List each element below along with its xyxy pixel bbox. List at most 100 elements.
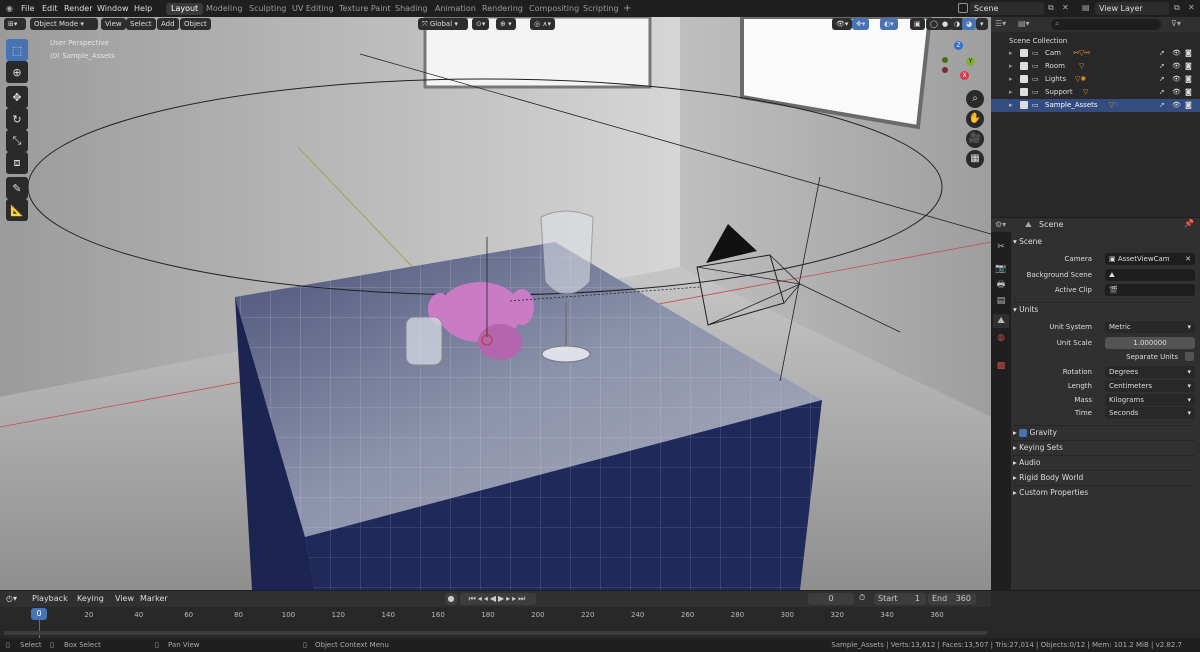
view-layer-selector[interactable]: View Layer (1095, 2, 1169, 15)
navigation-gizmo[interactable]: Z Y X (936, 37, 984, 85)
tab-compositing[interactable]: Compositing (524, 3, 584, 15)
gizmo-toggle-icon[interactable]: ✥▾ (852, 18, 870, 30)
xray-icon[interactable]: ▣ (910, 18, 925, 30)
menu-object[interactable]: Object (180, 18, 211, 30)
shading-rendered-icon[interactable]: ◕ (962, 18, 977, 30)
filter-icon[interactable]: ⊽▾ (1171, 19, 1181, 28)
scene-selector[interactable]: Scene (970, 2, 1044, 15)
current-frame-input[interactable]: 0 (808, 593, 854, 605)
orientation-selector[interactable]: ⤧ Global ▾ (418, 18, 468, 30)
eye-icon[interactable]: 👁 (1172, 86, 1181, 99)
tab-scripting[interactable]: Scripting (578, 3, 624, 15)
tab-texture-paint[interactable]: Texture Paint (334, 3, 396, 15)
menu-render[interactable]: Render (64, 0, 92, 17)
expand-arrow-icon[interactable]: ▸ (1009, 86, 1013, 99)
rotation-dropdown[interactable]: Degrees ▾ (1105, 366, 1195, 378)
menu-file[interactable]: File (21, 0, 34, 17)
outliner-item-sample-assets[interactable]: ▸ ▭ Sample_Assets ▽◦ ➚ 👁 ◙ (991, 99, 1200, 112)
blender-logo-icon[interactable]: ◉ (6, 0, 13, 17)
unit-scale-input[interactable]: 1.000000 (1105, 337, 1195, 349)
gizmo-neg-y[interactable] (942, 57, 948, 63)
proportional-edit-icon[interactable]: ◎ ∧▾ (530, 18, 555, 30)
separate-units-checkbox[interactable] (1185, 352, 1194, 361)
rigid-body-section-header[interactable]: ▸ Rigid Body World (1013, 470, 1195, 484)
tab-rendering[interactable]: Rendering (477, 3, 528, 15)
render-toggle-icon[interactable]: ◙ (1185, 99, 1192, 112)
units-section-header[interactable]: ▾ Units (1013, 302, 1195, 316)
output-tab-icon[interactable]: 🖶 (993, 278, 1009, 292)
menu-help[interactable]: Help (134, 0, 152, 17)
select-box-tool-icon[interactable]: ⬚ (6, 39, 28, 61)
timeline-scrollbar[interactable] (4, 631, 987, 635)
marker-menu[interactable]: Marker (140, 594, 168, 603)
gizmo-x-axis[interactable]: X (960, 71, 969, 80)
view-layer-tab-icon[interactable]: ▤ (993, 294, 1009, 308)
gravity-checkbox[interactable] (1019, 429, 1028, 437)
start-frame-input[interactable]: Start 1 (874, 593, 926, 605)
eye-icon[interactable]: 👁 (1172, 73, 1181, 86)
outliner-editor-icon[interactable]: ☰▾ (995, 19, 1006, 28)
camera-view-icon[interactable]: 🎥 (966, 130, 984, 148)
mass-dropdown[interactable]: Kilograms ▾ (1105, 394, 1195, 406)
pivot-icon[interactable]: ⊙▾ (472, 18, 490, 30)
exclude-checkbox[interactable] (1020, 62, 1028, 70)
move-tool-icon[interactable]: ✥ (6, 86, 28, 108)
outliner-item-cam[interactable]: ▸ ▭ Cam ⚯▽⚯ ➚ 👁 ◙ (991, 47, 1200, 60)
length-dropdown[interactable]: Centimeters ▾ (1105, 380, 1195, 392)
select-toggle-icon[interactable]: ➚ (1159, 99, 1165, 112)
outliner-item-room[interactable]: ▸ ▭ Room ▽ ➚ 👁 ◙ (991, 60, 1200, 73)
pan-hand-icon[interactable]: ✋ (966, 110, 984, 128)
tab-layout[interactable]: Layout (166, 3, 204, 15)
playhead[interactable]: 0 (31, 608, 47, 620)
annotate-tool-icon[interactable]: ✎ (6, 177, 28, 199)
exclude-checkbox[interactable] (1020, 101, 1028, 109)
tab-shading[interactable]: Shading (390, 3, 433, 15)
texture-tab-icon[interactable]: ▩ (993, 359, 1009, 373)
render-toggle-icon[interactable]: ◙ (1185, 73, 1192, 86)
tab-modeling[interactable]: Modeling (201, 3, 247, 15)
shading-options-icon[interactable]: ▾ (976, 18, 988, 30)
gizmo-y-axis[interactable]: Y (966, 57, 975, 66)
outliner-item-lights[interactable]: ▸ ▭ Lights ▽✺ ➚ 👁 ◙ (991, 73, 1200, 86)
outliner-item-support[interactable]: ▸ ▭ Support ▽ ➚ 👁 ◙ (991, 86, 1200, 99)
camera-field[interactable]: ▣ AssetViewCam ✕ (1105, 253, 1195, 265)
eye-icon[interactable]: 👁 (1172, 99, 1181, 112)
scene-tab-icon[interactable]: ⛰ (993, 314, 1009, 328)
menu-select[interactable]: Select (126, 18, 156, 30)
mode-selector[interactable]: Object Mode ▾ (30, 18, 98, 30)
properties-editor-icon[interactable]: ⚙▾ (995, 220, 1006, 229)
clock-icon[interactable]: ⏱ (859, 593, 865, 603)
cursor-tool-icon[interactable]: ⊕ (6, 61, 28, 83)
delete-scene-icon[interactable]: ✕ (1062, 3, 1069, 12)
end-frame-input[interactable]: End 360 (928, 593, 976, 605)
world-tab-icon[interactable]: ◍ (993, 331, 1009, 345)
menu-window[interactable]: Window (97, 0, 129, 17)
eye-icon[interactable]: 👁 (1172, 60, 1181, 73)
tab-sculpting[interactable]: Sculpting (244, 3, 291, 15)
playback-menu[interactable]: Playback (32, 594, 68, 603)
exclude-checkbox[interactable] (1020, 75, 1028, 83)
rotate-tool-icon[interactable]: ↻ (6, 108, 28, 130)
zoom-icon[interactable]: ⌕ (966, 90, 984, 108)
exclude-checkbox[interactable] (1020, 49, 1028, 57)
keying-menu[interactable]: Keying (77, 594, 104, 603)
new-scene-icon[interactable]: ⧉ (1048, 3, 1054, 13)
gizmo-neg-x[interactable] (942, 67, 948, 73)
perspective-grid-icon[interactable]: ▦ (966, 150, 984, 168)
editor-type-icon[interactable]: ⊞▾ (4, 18, 26, 30)
new-view-layer-icon[interactable]: ⧉ (1174, 3, 1180, 13)
tool-tab-icon[interactable]: ✂ (993, 240, 1009, 254)
pin-icon[interactable]: 📌 (1184, 219, 1194, 228)
render-toggle-icon[interactable]: ◙ (1185, 47, 1192, 60)
tab-animation[interactable]: Animation (430, 3, 481, 15)
eye-icon[interactable]: 👁 (1172, 47, 1181, 60)
exclude-checkbox[interactable] (1020, 88, 1028, 96)
expand-arrow-icon[interactable]: ▸ (1009, 47, 1013, 60)
menu-edit[interactable]: Edit (42, 0, 58, 17)
expand-arrow-icon[interactable]: ▸ (1009, 73, 1013, 86)
audio-section-header[interactable]: ▸ Audio (1013, 455, 1195, 469)
playback-controls[interactable]: ⏮◂◂◀▶▸▸⏭ (460, 593, 536, 605)
background-scene-field[interactable]: ⛰ (1105, 269, 1195, 281)
keying-sets-section-header[interactable]: ▸ Keying Sets (1013, 440, 1195, 454)
unit-system-dropdown[interactable]: Metric ▾ (1105, 321, 1195, 333)
